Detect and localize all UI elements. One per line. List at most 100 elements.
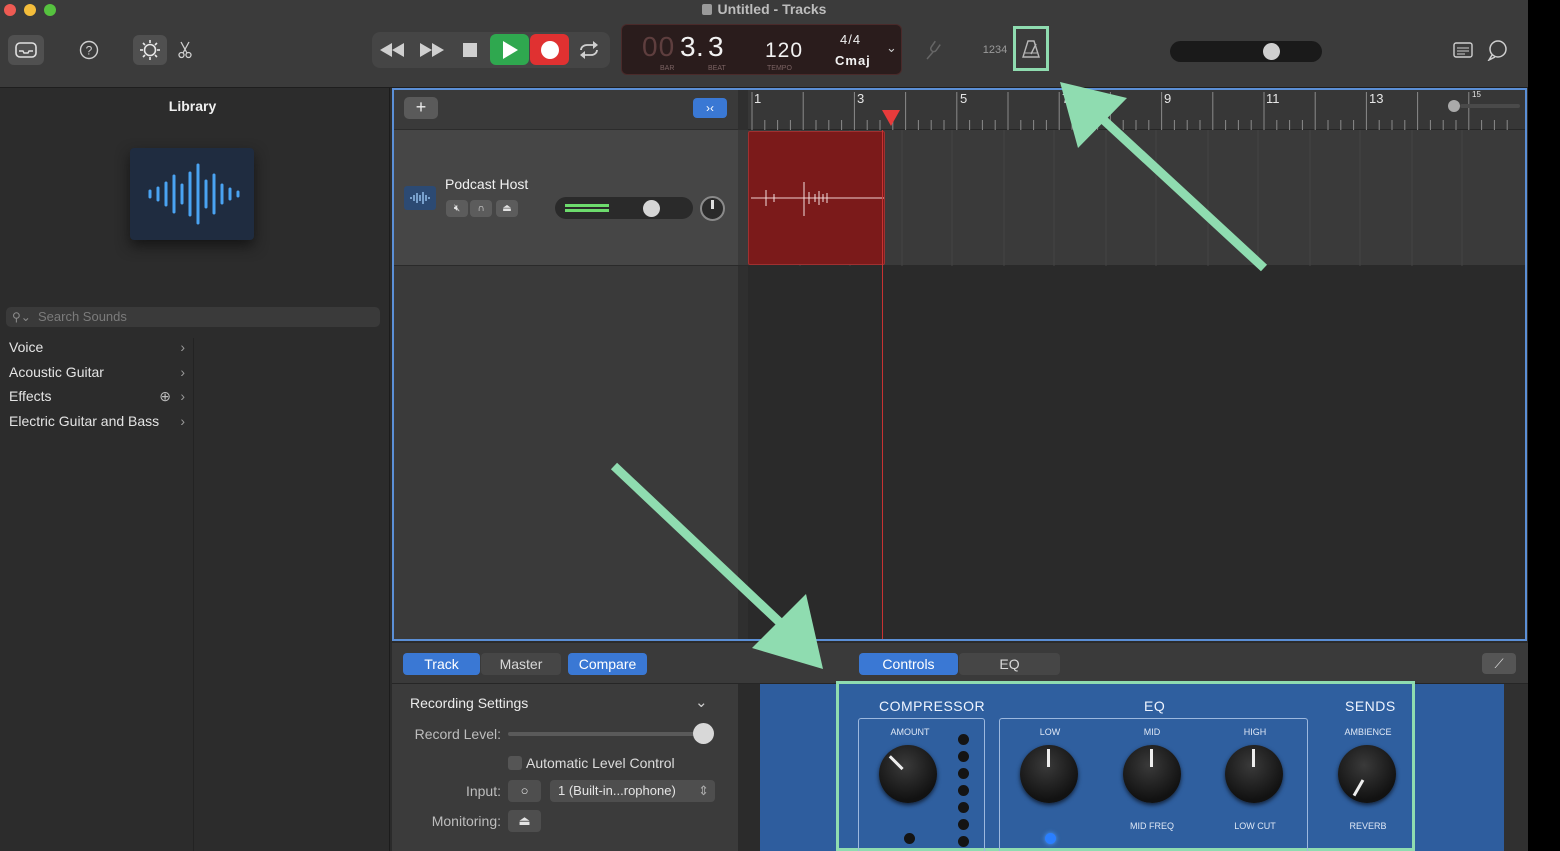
tuner-button[interactable] [922, 38, 946, 62]
low-knob[interactable] [1020, 745, 1078, 803]
quick-help-button[interactable]: ? [78, 39, 100, 61]
mid-label: MID [1143, 727, 1161, 737]
automatic-level-control-checkbox[interactable] [508, 756, 522, 770]
smart-controls-button[interactable] [133, 35, 167, 65]
playhead-marker[interactable] [882, 110, 900, 126]
master-volume-knob[interactable] [1263, 43, 1280, 60]
add-track-button[interactable]: + [404, 97, 438, 119]
sends-title: SENDS [1345, 698, 1396, 714]
record-level-label: Record Level: [414, 726, 501, 742]
record-level-knob[interactable] [693, 723, 714, 744]
library-item-acoustic-guitar[interactable]: Acoustic Guitar › [0, 360, 193, 385]
tab-master[interactable]: Master [481, 653, 561, 675]
amount-label: AMOUNT [890, 727, 930, 737]
mute-speaker-icon: 🔇︎ [453, 203, 461, 214]
library-item-label: Effects [9, 388, 52, 404]
patch-artwork [130, 148, 254, 240]
svg-text:?: ? [86, 44, 93, 58]
smart-controls-tabs: Track Master Compare Controls EQ ⟋ [392, 643, 1528, 684]
amount-knob[interactable] [879, 745, 937, 803]
input-label: Input: [465, 783, 501, 799]
library-button[interactable] [8, 35, 44, 65]
chevron-down-icon[interactable]: ⌄ [695, 693, 708, 711]
download-icon[interactable]: ⊕ [159, 384, 171, 408]
solo-button[interactable]: ∩ [470, 200, 492, 217]
play-button[interactable] [490, 34, 529, 65]
ambience-knob[interactable] [1338, 745, 1396, 803]
track-pan-knob[interactable] [700, 196, 725, 221]
zoom-slider[interactable] [1460, 104, 1520, 108]
track-volume-slider[interactable] [555, 197, 693, 219]
region-waveform [751, 182, 884, 216]
library-item-electric-guitar-bass[interactable]: Electric Guitar and Bass › [0, 409, 193, 434]
count-in-button[interactable]: 1234 [980, 41, 1010, 59]
ruler-bar-number: 15 [1472, 90, 1481, 99]
input-monitoring-button[interactable]: ⏏ [496, 200, 518, 217]
mono-circle-icon: ○ [520, 783, 529, 798]
lcd-beat-label: BEAT [708, 65, 726, 72]
track-volume-knob[interactable] [643, 200, 660, 217]
gain-reduction-led [958, 734, 969, 745]
low-cut-label: LOW CUT [1234, 821, 1276, 831]
search-sounds-field[interactable]: ⚲⌄ Search Sounds [6, 307, 380, 327]
lcd-bar: 3 [680, 31, 697, 62]
play-icon [502, 40, 518, 59]
lcd-mode-chevron-icon[interactable]: ⌄ [886, 40, 898, 56]
record-button[interactable] [530, 34, 569, 65]
lcd-display[interactable]: 00 3 . 3 BAR BEAT 120 TEMPO 4/4 Cmaj ⌄ [621, 24, 902, 75]
voice-plugin-controls: COMPRESSOR EQ SENDS AMOUNT LOW MID MID F… [836, 681, 1415, 851]
track-lane[interactable] [738, 130, 1525, 266]
audio-region[interactable] [748, 131, 885, 265]
master-volume-slider[interactable] [1170, 41, 1322, 62]
editors-button[interactable] [175, 39, 195, 61]
empty-tracks-area[interactable] [748, 266, 1525, 639]
fast-forward-button[interactable] [418, 38, 446, 62]
monitoring-label: Monitoring: [431, 813, 501, 829]
smart-controls-icon [140, 40, 160, 60]
input-channel-select[interactable]: 1 (Built-in...rophone) ⇕ [550, 780, 715, 802]
metronome-button[interactable] [1013, 26, 1049, 71]
chevron-right-icon: › [180, 363, 185, 380]
gain-reduction-led [958, 751, 969, 762]
mid-knob[interactable] [1123, 745, 1181, 803]
record-level-slider[interactable] [508, 723, 714, 744]
lcd-tempo-label: TEMPO [767, 65, 792, 72]
track-header[interactable]: Podcast Host 🔇︎ ∩ ⏏ [394, 130, 738, 266]
monitoring-button[interactable]: ⏏ [508, 810, 541, 832]
window-title-text: Untitled - Tracks [717, 1, 827, 17]
library-column-divider [193, 338, 194, 851]
zoom-slider-knob[interactable] [1448, 100, 1460, 112]
document-icon [701, 4, 712, 15]
low-label: LOW [1039, 727, 1061, 737]
library-item-label: Acoustic Guitar [9, 363, 104, 380]
toolbar: Untitled - Tracks ? 00 3 . 3 BAR BEAT 12… [0, 0, 1528, 88]
stop-button[interactable] [458, 38, 482, 62]
tab-eq[interactable]: EQ [959, 653, 1060, 675]
library-item-label: Voice [9, 339, 44, 355]
help-icon: ? [79, 40, 99, 60]
library-item-voice[interactable]: Voice › [0, 335, 193, 360]
track-name[interactable]: Podcast Host [445, 176, 528, 192]
loop-browser-button[interactable] [1486, 38, 1510, 62]
ruler-ticks [751, 92, 1508, 130]
lcd-time-signature: 4/4 [840, 32, 862, 47]
ruler-bar-number: 7 [1062, 91, 1070, 106]
compare-button[interactable]: Compare [568, 653, 647, 675]
input-mono-stereo-button[interactable]: ○ [508, 780, 541, 802]
tracks-area: + ›‹ Podcast Host 🔇︎ ∩ ⏏ 1 3 5 7 9 11 13… [392, 88, 1527, 641]
cycle-button[interactable] [576, 38, 602, 62]
search-placeholder: Search Sounds [38, 309, 127, 324]
library-item-effects[interactable]: Effects ⊕ › [0, 384, 193, 409]
tab-controls[interactable]: Controls [859, 653, 958, 675]
rewind-button[interactable] [378, 38, 406, 62]
plugin-settings-button[interactable]: ⟋ [1482, 653, 1516, 674]
track-header-toolbar: + ›‹ [394, 90, 738, 130]
monitoring-icon: ⏏ [502, 203, 512, 214]
notepad-button[interactable] [1451, 39, 1475, 61]
mute-button[interactable]: 🔇︎ [446, 200, 468, 217]
track-waveform-icon [404, 186, 436, 210]
smart-tempo-button[interactable]: ›‹ [693, 98, 727, 118]
high-knob[interactable] [1225, 745, 1283, 803]
timeline-ruler[interactable]: 1 3 5 7 9 11 13 15 [748, 90, 1525, 130]
tab-track[interactable]: Track [403, 653, 480, 675]
